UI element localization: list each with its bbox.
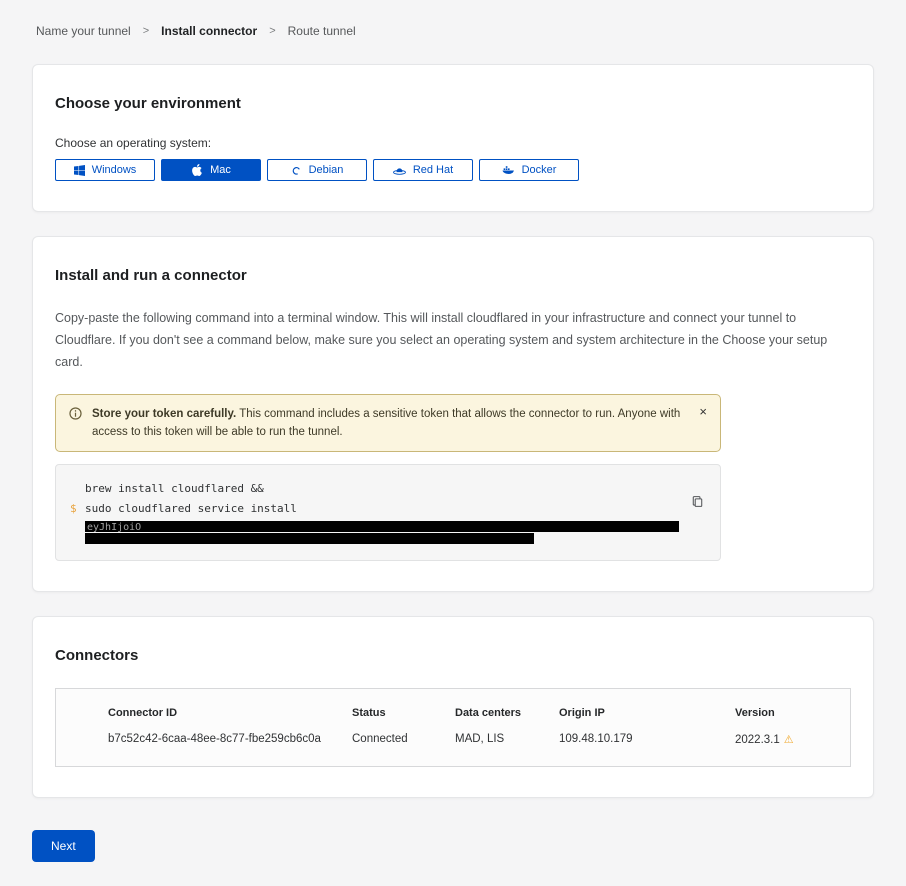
command-line-token-2 — [70, 532, 706, 544]
install-command-block: brew install cloudflared && $ sudo cloud… — [55, 464, 721, 561]
docker-icon — [502, 165, 515, 175]
os-button-redhat[interactable]: Red Hat — [373, 159, 473, 181]
os-button-windows[interactable]: Windows — [55, 159, 155, 181]
token-warning-banner: Store your token carefully. This command… — [55, 394, 721, 453]
windows-icon — [74, 165, 85, 176]
col-header-connector-id: Connector ID — [108, 707, 352, 719]
os-select-label: Choose an operating system: — [55, 136, 851, 150]
os-button-debian[interactable]: Debian — [267, 159, 367, 181]
apple-icon — [191, 164, 203, 176]
breadcrumb: Name your tunnel > Install connector > R… — [32, 0, 874, 64]
install-description: Copy-paste the following command into a … — [55, 308, 851, 374]
col-header-origin-ip: Origin IP — [559, 707, 735, 719]
warning-icon: ⚠ — [784, 734, 794, 746]
breadcrumb-separator: > — [143, 25, 149, 37]
os-button-label: Mac — [210, 164, 231, 176]
tunnel-setup-page: Name your tunnel > Install connector > R… — [0, 0, 906, 886]
breadcrumb-step-install-connector[interactable]: Install connector — [161, 24, 257, 38]
token-redaction-bar — [85, 533, 534, 544]
command-line-1: brew install cloudflared && — [70, 479, 706, 499]
next-button[interactable]: Next — [32, 830, 95, 862]
connectors-table: Connector ID Status Data centers Origin … — [55, 688, 851, 767]
os-button-mac[interactable]: Mac — [161, 159, 261, 181]
os-button-label: Windows — [92, 164, 137, 176]
token-warning-title: Store your token carefully. — [92, 408, 236, 420]
col-header-version: Version — [735, 707, 840, 719]
install-card: Install and run a connector Copy-paste t… — [32, 236, 874, 592]
version-number: 2022.3.1 — [735, 734, 780, 746]
col-header-data-centers: Data centers — [455, 707, 559, 719]
gutter — [70, 519, 85, 532]
debian-icon — [291, 165, 302, 176]
os-button-label: Debian — [309, 164, 344, 176]
command-text-2: sudo cloudflared service install — [85, 499, 297, 519]
gutter — [70, 532, 85, 544]
breadcrumb-separator: > — [269, 25, 275, 37]
gutter — [70, 479, 85, 499]
info-icon — [69, 407, 82, 426]
token-warning-text: Store your token carefully. This command… — [92, 405, 686, 442]
breadcrumb-step-route-tunnel[interactable]: Route tunnel — [288, 24, 356, 38]
token-redaction-bar: eyJhIjoiO — [85, 521, 679, 532]
token-prefix-text: eyJhIjoiO — [85, 522, 141, 532]
install-card-title: Install and run a connector — [55, 267, 851, 284]
environment-card-title: Choose your environment — [55, 95, 851, 112]
shell-prompt: $ — [70, 499, 85, 519]
table-row: b7c52c42-6caa-48ee-8c77-fbe259cb6c0a Con… — [56, 725, 850, 766]
connectors-card-title: Connectors — [55, 647, 851, 664]
breadcrumb-step-name-your-tunnel[interactable]: Name your tunnel — [36, 24, 131, 38]
token-area: Store your token carefully. This command… — [55, 394, 721, 562]
footer: Next — [32, 822, 874, 886]
environment-card: Choose your environment Choose an operat… — [32, 64, 874, 212]
command-line-2: $ sudo cloudflared service install — [70, 499, 706, 519]
os-button-group: Windows Mac Debian Red Hat — [55, 159, 851, 181]
command-line-token: eyJhIjoiO — [70, 519, 706, 532]
os-button-label: Docker — [522, 164, 557, 176]
command-text-1: brew install cloudflared && — [85, 479, 264, 499]
col-header-status: Status — [352, 707, 455, 719]
redhat-icon — [393, 166, 406, 175]
close-icon[interactable]: × — [697, 403, 709, 420]
os-button-docker[interactable]: Docker — [479, 159, 579, 181]
copy-icon[interactable] — [689, 493, 706, 513]
connectors-card: Connectors Connector ID Status Data cent… — [32, 616, 874, 798]
os-button-label: Red Hat — [413, 164, 453, 176]
connectors-table-header: Connector ID Status Data centers Origin … — [56, 689, 850, 725]
